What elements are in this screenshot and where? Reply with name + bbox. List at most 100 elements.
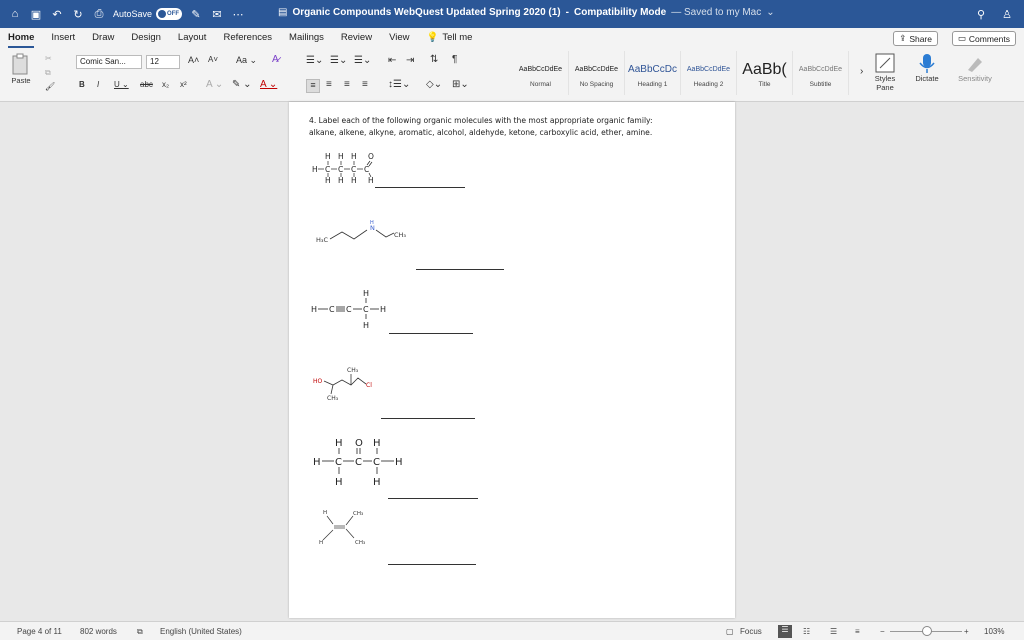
- answer-line-5[interactable]: [388, 498, 478, 499]
- svg-text:H: H: [395, 457, 403, 468]
- tell-me[interactable]: 💡 Tell me: [426, 28, 472, 48]
- italic-icon[interactable]: I: [97, 80, 99, 89]
- autosave-control[interactable]: AutoSave OFF: [113, 8, 183, 20]
- increase-indent-icon[interactable]: ⇥: [406, 55, 414, 66]
- undo-icon[interactable]: ↶: [50, 7, 64, 21]
- subscript-icon[interactable]: x₂: [162, 80, 169, 89]
- print-icon[interactable]: ⎙: [92, 7, 106, 21]
- account-icon[interactable]: ♙: [1000, 7, 1014, 21]
- format-painter-icon[interactable]: ✎: [189, 7, 203, 21]
- zoom-out-icon[interactable]: −: [880, 627, 885, 636]
- font-size-box[interactable]: 12: [146, 55, 180, 69]
- format-painter-brush-icon[interactable]: 🖌: [45, 82, 55, 91]
- print-layout-icon[interactable]: ☰: [778, 625, 792, 638]
- share-button[interactable]: ⇪ Share: [893, 31, 938, 46]
- search-icon[interactable]: ⚲: [974, 7, 988, 21]
- style-subtitle[interactable]: AaBbCcDdEe Subtitle: [793, 51, 849, 95]
- style-heading-2[interactable]: AaBbCcDdEe Heading 2: [681, 51, 737, 95]
- text-effects-icon[interactable]: A ⌄: [206, 79, 223, 90]
- highlight-icon[interactable]: ✎ ⌄: [232, 79, 252, 90]
- borders-icon[interactable]: ⊞⌄: [452, 79, 469, 90]
- mail-icon[interactable]: ✉: [210, 7, 224, 21]
- sensitivity-button[interactable]: Sensitivity: [952, 52, 998, 83]
- svg-text:C: C: [363, 305, 369, 314]
- tab-view[interactable]: View: [389, 28, 409, 48]
- answer-line-6[interactable]: [388, 564, 476, 565]
- cut-icon[interactable]: ✂: [45, 54, 52, 63]
- pilcrow-icon[interactable]: ¶: [452, 54, 457, 65]
- style-heading-1[interactable]: AaBbCcDc Heading 1: [625, 51, 681, 95]
- tab-home[interactable]: Home: [8, 28, 35, 48]
- language[interactable]: English (United States): [160, 627, 242, 636]
- justify-icon[interactable]: ≡: [362, 79, 368, 90]
- change-case-icon[interactable]: Aa ⌄: [236, 55, 257, 66]
- line-spacing-icon[interactable]: ↕☰⌄: [388, 79, 410, 90]
- tab-mailings[interactable]: Mailings: [289, 28, 324, 48]
- tab-insert[interactable]: Insert: [51, 28, 75, 48]
- zoom-in-icon[interactable]: +: [964, 627, 969, 636]
- superscript-icon[interactable]: x²: [180, 80, 187, 89]
- draft-icon[interactable]: ≡: [855, 627, 860, 636]
- style-normal[interactable]: AaBbCcDdEe Normal: [513, 51, 569, 95]
- style-title[interactable]: AaBb(Title: [737, 51, 793, 95]
- shading-icon[interactable]: ◇⌄: [426, 79, 442, 90]
- bold-icon[interactable]: B: [79, 80, 85, 89]
- align-center-icon[interactable]: ≡: [326, 79, 332, 90]
- strikethrough-icon[interactable]: abc: [140, 80, 153, 89]
- dictate-button[interactable]: Dictate: [910, 52, 944, 83]
- autosave-toggle[interactable]: OFF: [156, 8, 183, 20]
- paste-button[interactable]: Paste: [10, 52, 32, 85]
- font-color-icon[interactable]: A ⌄: [260, 79, 277, 90]
- svg-text:HO: HO: [313, 378, 323, 385]
- proofing-icon[interactable]: ⧉: [137, 627, 143, 637]
- save-icon[interactable]: ▣: [29, 7, 43, 21]
- svg-text:H: H: [370, 220, 374, 226]
- ribbon-tabs: Home Insert Draw Design Layout Reference…: [0, 28, 1024, 48]
- gallery-more-icon[interactable]: ›: [860, 66, 863, 77]
- grow-font-icon[interactable]: A˄: [188, 55, 199, 65]
- numbering-icon[interactable]: ☰⌄: [330, 55, 347, 66]
- multilevel-list-icon[interactable]: ☰⌄: [354, 55, 371, 66]
- molecule-6-structure: H CH₃ H CH₃: [319, 510, 365, 546]
- style-no-spacing[interactable]: AaBbCcDdEe No Spacing: [569, 51, 625, 95]
- answer-line-3[interactable]: [389, 333, 473, 334]
- decrease-indent-icon[interactable]: ⇤: [388, 55, 396, 66]
- answer-line-1[interactable]: [375, 187, 465, 188]
- svg-text:C: C: [355, 457, 362, 468]
- tab-design[interactable]: Design: [131, 28, 161, 48]
- redo-icon[interactable]: ↻: [71, 7, 85, 21]
- shrink-font-icon[interactable]: A˅: [208, 55, 218, 64]
- underline-icon[interactable]: U ⌄: [114, 80, 129, 89]
- comments-button[interactable]: ▭ Comments: [951, 31, 1016, 46]
- more-icon[interactable]: ⋯: [231, 7, 245, 21]
- focus-mode[interactable]: Focus: [740, 627, 762, 636]
- tab-draw[interactable]: Draw: [92, 28, 114, 48]
- page-count[interactable]: Page 4 of 11: [17, 627, 62, 636]
- sort-icon[interactable]: ⇅: [430, 54, 438, 65]
- home-icon[interactable]: ⌂: [8, 7, 22, 21]
- answer-line-2[interactable]: [416, 269, 504, 270]
- outline-icon[interactable]: ☰: [830, 627, 837, 636]
- styles-pane-icon: [875, 53, 895, 73]
- chevron-down-icon[interactable]: ⌄: [766, 7, 774, 18]
- svg-text:O: O: [368, 152, 374, 161]
- focus-icon[interactable]: ▢: [726, 627, 734, 636]
- tab-references[interactable]: References: [223, 28, 272, 48]
- document-page[interactable]: 4. Label each of the following organic m…: [289, 102, 735, 618]
- tab-review[interactable]: Review: [341, 28, 372, 48]
- align-left-icon[interactable]: ≡: [306, 79, 320, 93]
- tab-layout[interactable]: Layout: [178, 28, 207, 48]
- zoom-slider-handle[interactable]: [922, 626, 932, 636]
- bullets-icon[interactable]: ☰⌄: [306, 55, 323, 66]
- answer-line-4[interactable]: [381, 418, 475, 419]
- zoom-level[interactable]: 103%: [984, 627, 1004, 636]
- font-name-box[interactable]: Comic San...: [76, 55, 142, 69]
- styles-pane-button[interactable]: Styles Pane: [868, 52, 902, 92]
- clear-formatting-icon[interactable]: A̷: [272, 54, 279, 65]
- web-layout-icon[interactable]: ☷: [803, 627, 810, 636]
- copy-icon[interactable]: ⧉: [45, 68, 51, 78]
- align-right-icon[interactable]: ≡: [344, 79, 350, 90]
- word-count[interactable]: 802 words: [80, 627, 117, 636]
- molecule-4-structure: HO CH₃ Cl CH₃: [313, 367, 372, 402]
- document-canvas[interactable]: 4. Label each of the following organic m…: [0, 102, 1024, 621]
